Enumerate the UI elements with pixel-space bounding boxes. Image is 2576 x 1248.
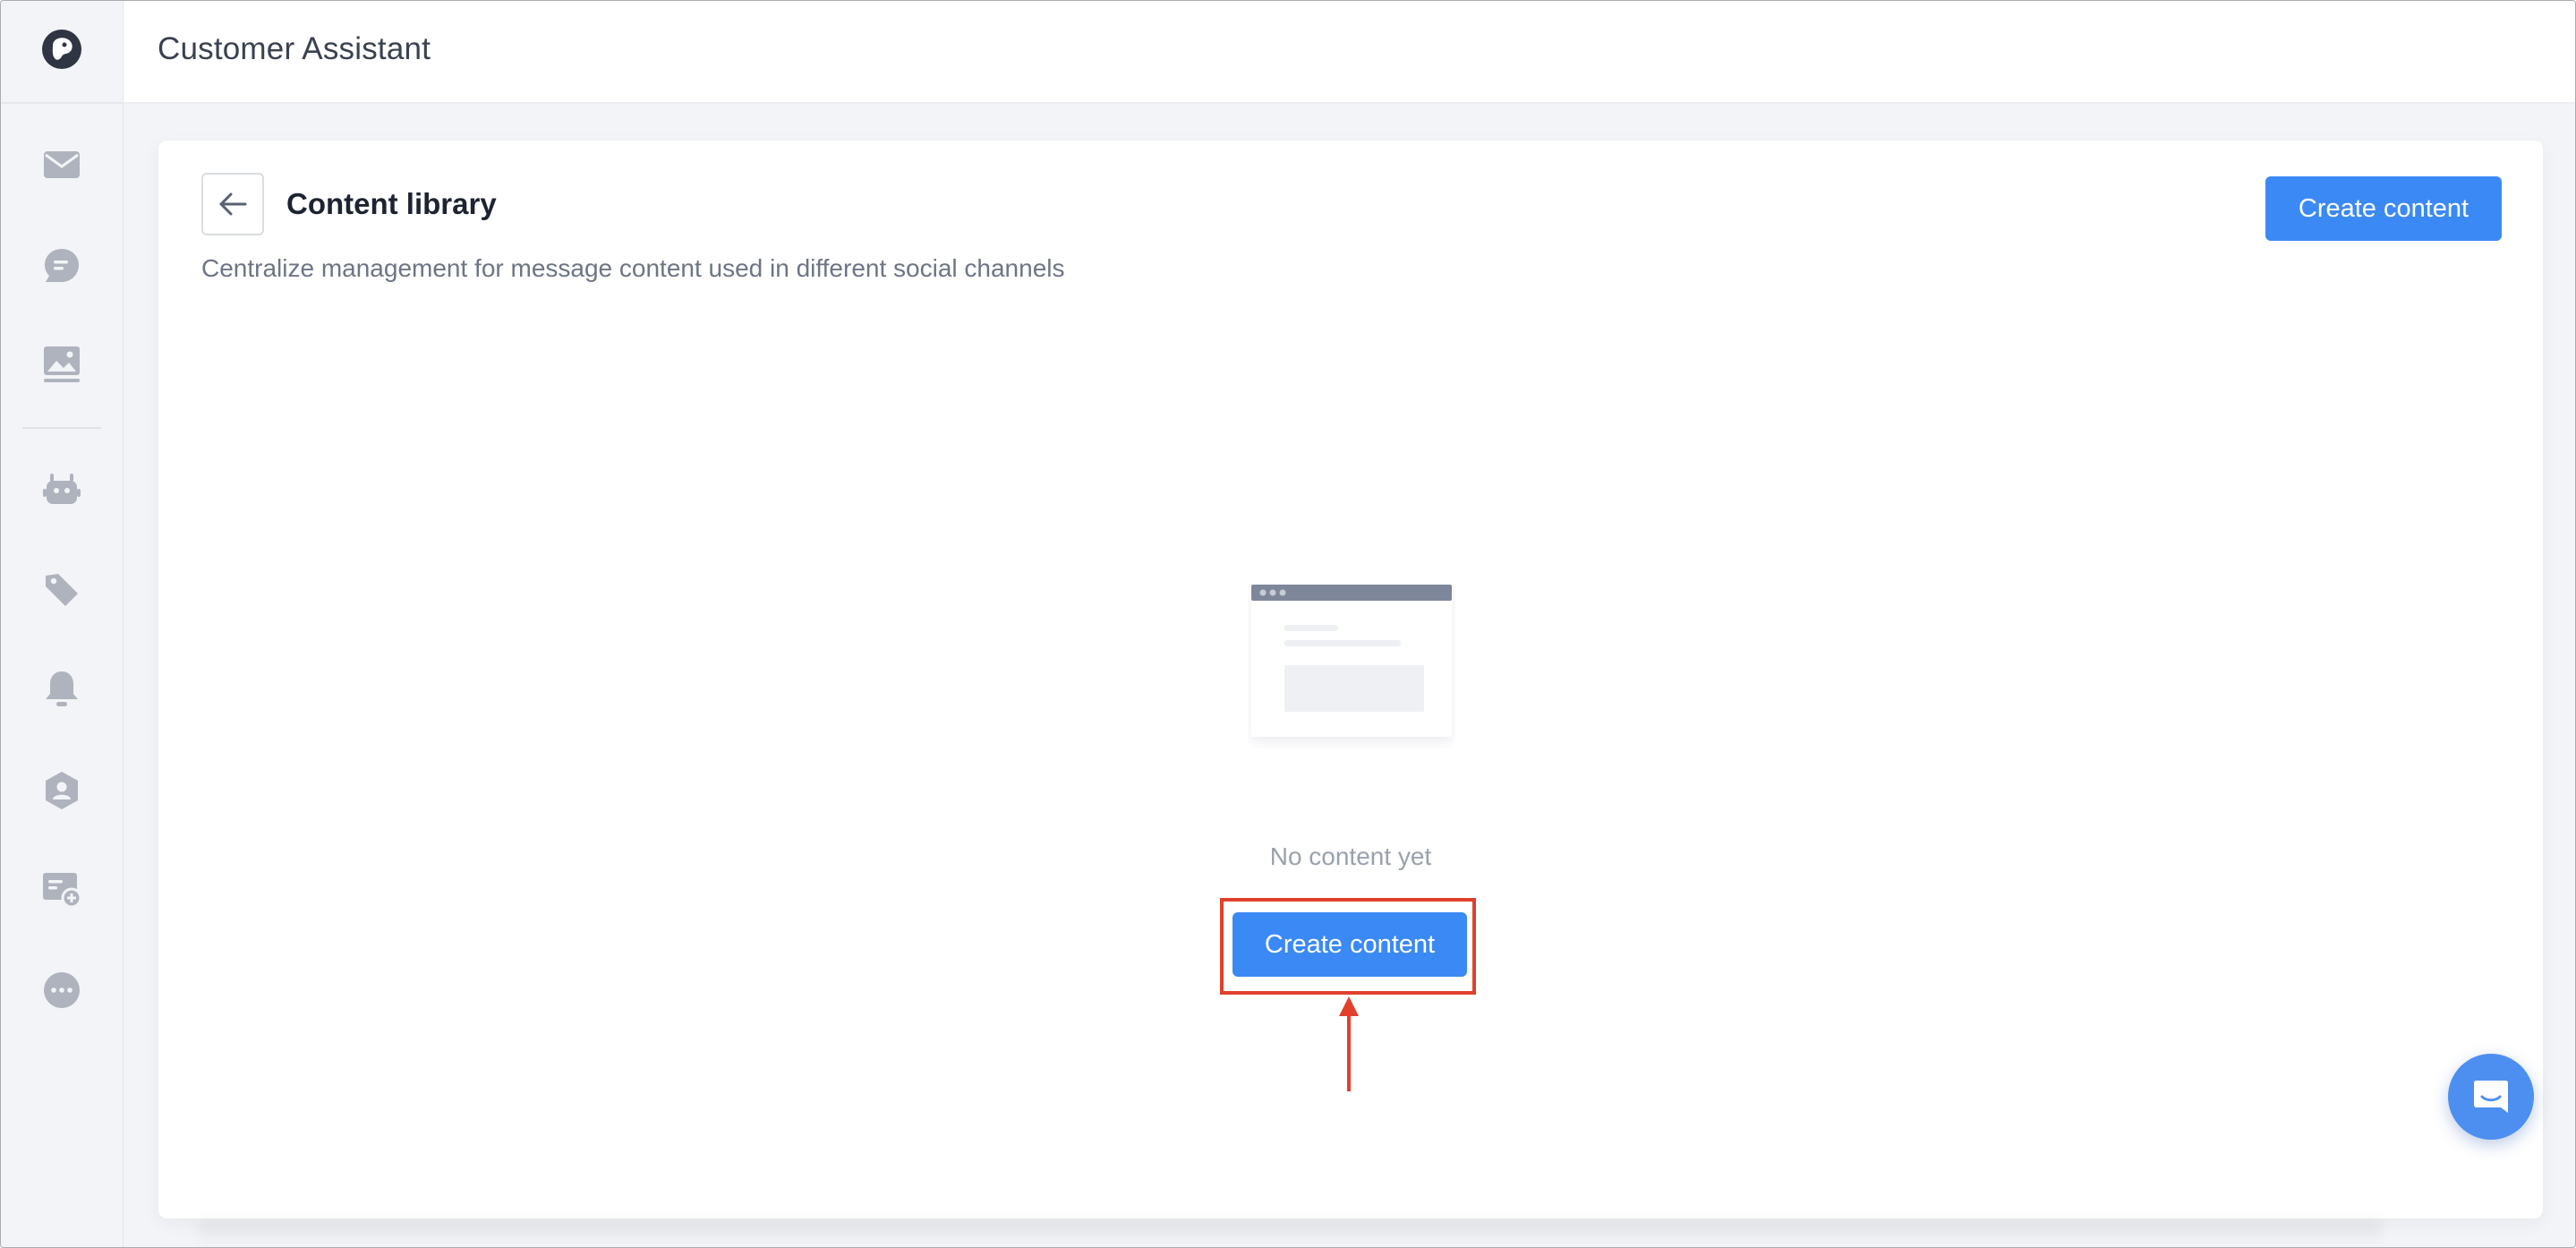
app-window: Customer Assistant Content library Centr… <box>0 0 2576 1248</box>
app-logo-icon[interactable] <box>40 28 83 71</box>
app-title: Customer Assistant <box>158 31 431 66</box>
sidebar-divider <box>22 427 101 429</box>
empty-state-text: No content yet <box>1269 842 1432 870</box>
empty-create-content-button[interactable]: Create content <box>1233 912 1467 977</box>
annotation-arrow-up-icon <box>1339 996 1359 1091</box>
image-gallery-icon[interactable] <box>40 343 83 386</box>
card-bottom-shadow <box>198 1220 2382 1247</box>
message-gear-icon[interactable] <box>40 868 83 910</box>
page-description: Centralize management for message conten… <box>201 254 1065 282</box>
more-dots-icon[interactable] <box>40 969 83 1012</box>
empty-state-illustration <box>1248 583 1455 749</box>
tag-icon[interactable] <box>40 568 83 611</box>
chat-widget-button[interactable] <box>2448 1054 2534 1140</box>
back-button[interactable] <box>201 173 264 235</box>
arrow-left-icon <box>219 192 247 216</box>
envelope-icon[interactable] <box>40 143 83 186</box>
create-content-button[interactable]: Create content <box>2265 176 2502 241</box>
sidebar <box>1 1 124 1247</box>
bell-icon[interactable] <box>40 667 83 710</box>
top-header: Customer Assistant <box>124 1 2575 104</box>
chat-icon <box>2474 1081 2508 1113</box>
user-shield-icon[interactable] <box>40 769 83 812</box>
content-library-card: Content library Centralize management fo… <box>158 141 2543 1218</box>
page-title: Content library <box>286 187 497 220</box>
robot-icon[interactable] <box>40 468 83 511</box>
logo-divider <box>1 102 123 104</box>
chat-bubble-icon[interactable] <box>40 244 83 287</box>
